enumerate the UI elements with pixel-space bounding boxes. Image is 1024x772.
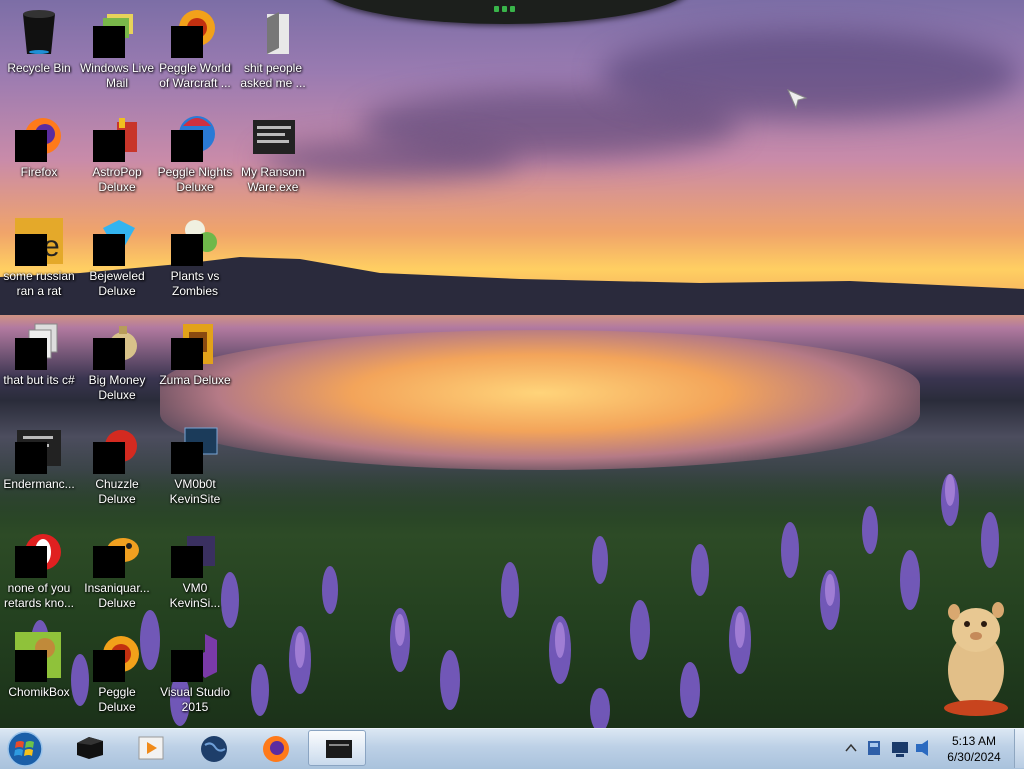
censor-box [171, 338, 203, 370]
censor-box [93, 442, 125, 474]
desktop-icon-chomikbox[interactable]: ChomikBox [0, 628, 78, 720]
censor-box [171, 442, 203, 474]
taskbar-pinned-console[interactable] [60, 730, 118, 766]
desktop-icon-visual-studio[interactable]: Visual Studio 2015 [156, 628, 234, 720]
network-icon[interactable] [892, 742, 908, 757]
censor-box [171, 130, 203, 162]
censor-box [15, 338, 47, 370]
censor-box [93, 338, 125, 370]
gadget-indicator [494, 6, 515, 12]
censor-box [15, 650, 47, 682]
taskbar-pinned-globe[interactable] [184, 730, 242, 766]
recycle-bin-icon [23, 10, 55, 54]
taskbar-pinned-command-window[interactable] [308, 730, 366, 766]
hamster-mascot-icon[interactable] [936, 598, 1016, 718]
desktop-icon-endermanch[interactable]: Endermanc... [0, 420, 78, 512]
desktop-icon-russian-rat[interactable]: e some russian ran a rat [0, 212, 78, 304]
desktop-icon-big-money[interactable]: Big Money Deluxe [78, 316, 156, 408]
desktop-icon-my-ransomware[interactable]: My Ransom Ware.exe [234, 108, 312, 200]
desktop-icon-recycle-bin[interactable]: Recycle Bin [0, 4, 78, 96]
desktop-icon-zuma[interactable]: Zuma Deluxe [156, 316, 234, 408]
desktop-icon-firefox[interactable]: Firefox [0, 108, 78, 200]
desktop-icon-none-of-you[interactable]: none of you retards kno... [0, 524, 78, 616]
censor-box [15, 130, 47, 162]
console-icon [77, 737, 103, 759]
desktop-icon-bejeweled[interactable]: Bejeweled Deluxe [78, 212, 156, 304]
censor-box [171, 650, 203, 682]
security-icon[interactable] [868, 741, 880, 755]
censor-box [15, 234, 47, 266]
censor-box [171, 26, 203, 58]
desktop-icon-astropop[interactable]: AstroPop Deluxe [78, 108, 156, 200]
folder-icon [267, 12, 289, 54]
censor-box [15, 442, 47, 474]
desktop-icon-insaniquarium[interactable]: Insaniquar... Deluxe [78, 524, 156, 616]
desktop-icon-peggle-wow[interactable]: Peggle World of Warcraft ... [156, 4, 234, 96]
window-icon [326, 740, 352, 758]
show-desktop-button[interactable] [1014, 729, 1024, 768]
desktop-icon-folder-shit-people[interactable]: shit people asked me ... [234, 4, 312, 96]
mouse-cursor-icon [787, 89, 808, 110]
censor-box [93, 546, 125, 578]
desktop-icon-that-but-csharp[interactable]: that but its c# [0, 316, 78, 408]
volume-icon[interactable] [916, 740, 928, 756]
start-button[interactable] [6, 731, 44, 767]
desktop-icon-plants-vs-zombies[interactable]: Plants vs Zombies [156, 212, 234, 304]
censor-box [93, 26, 125, 58]
firefox-icon [263, 736, 289, 762]
clock-time: 5:13 AM [951, 734, 997, 748]
globe-icon [201, 736, 227, 762]
desktop-icon-vm0-kevinsite[interactable]: VM0 KevinSi... [156, 524, 234, 616]
censor-box [171, 546, 203, 578]
censor-box [93, 234, 125, 266]
windows-logo-icon [7, 731, 43, 767]
desktop-icon-windows-live-mail[interactable]: Windows Live Mail [78, 4, 156, 96]
desktop-icon-chuzzle[interactable]: Chuzzle Deluxe [78, 420, 156, 512]
system-tray [842, 734, 932, 762]
console-icon [253, 120, 295, 154]
desktop-icon-peggle-deluxe[interactable]: Peggle Deluxe [78, 628, 156, 720]
taskbar-clock[interactable]: 5:13 AM 6/30/2024 [938, 733, 1010, 765]
censor-box [171, 234, 203, 266]
clock-date: 6/30/2024 [947, 750, 1001, 764]
desktop-icon-vm0b0t-kevinsite[interactable]: VM0b0t KevinSite [156, 420, 234, 512]
taskbar-pinned-firefox[interactable] [246, 730, 304, 766]
censor-box [15, 546, 47, 578]
desktop-icon-peggle-nights[interactable]: Peggle Nights Deluxe [156, 108, 234, 200]
taskbar-pinned-media-player[interactable] [122, 730, 180, 766]
censor-box [93, 130, 125, 162]
media-player-icon [138, 736, 164, 760]
show-hidden-icons-chevron[interactable] [845, 743, 857, 752]
censor-box [93, 650, 125, 682]
